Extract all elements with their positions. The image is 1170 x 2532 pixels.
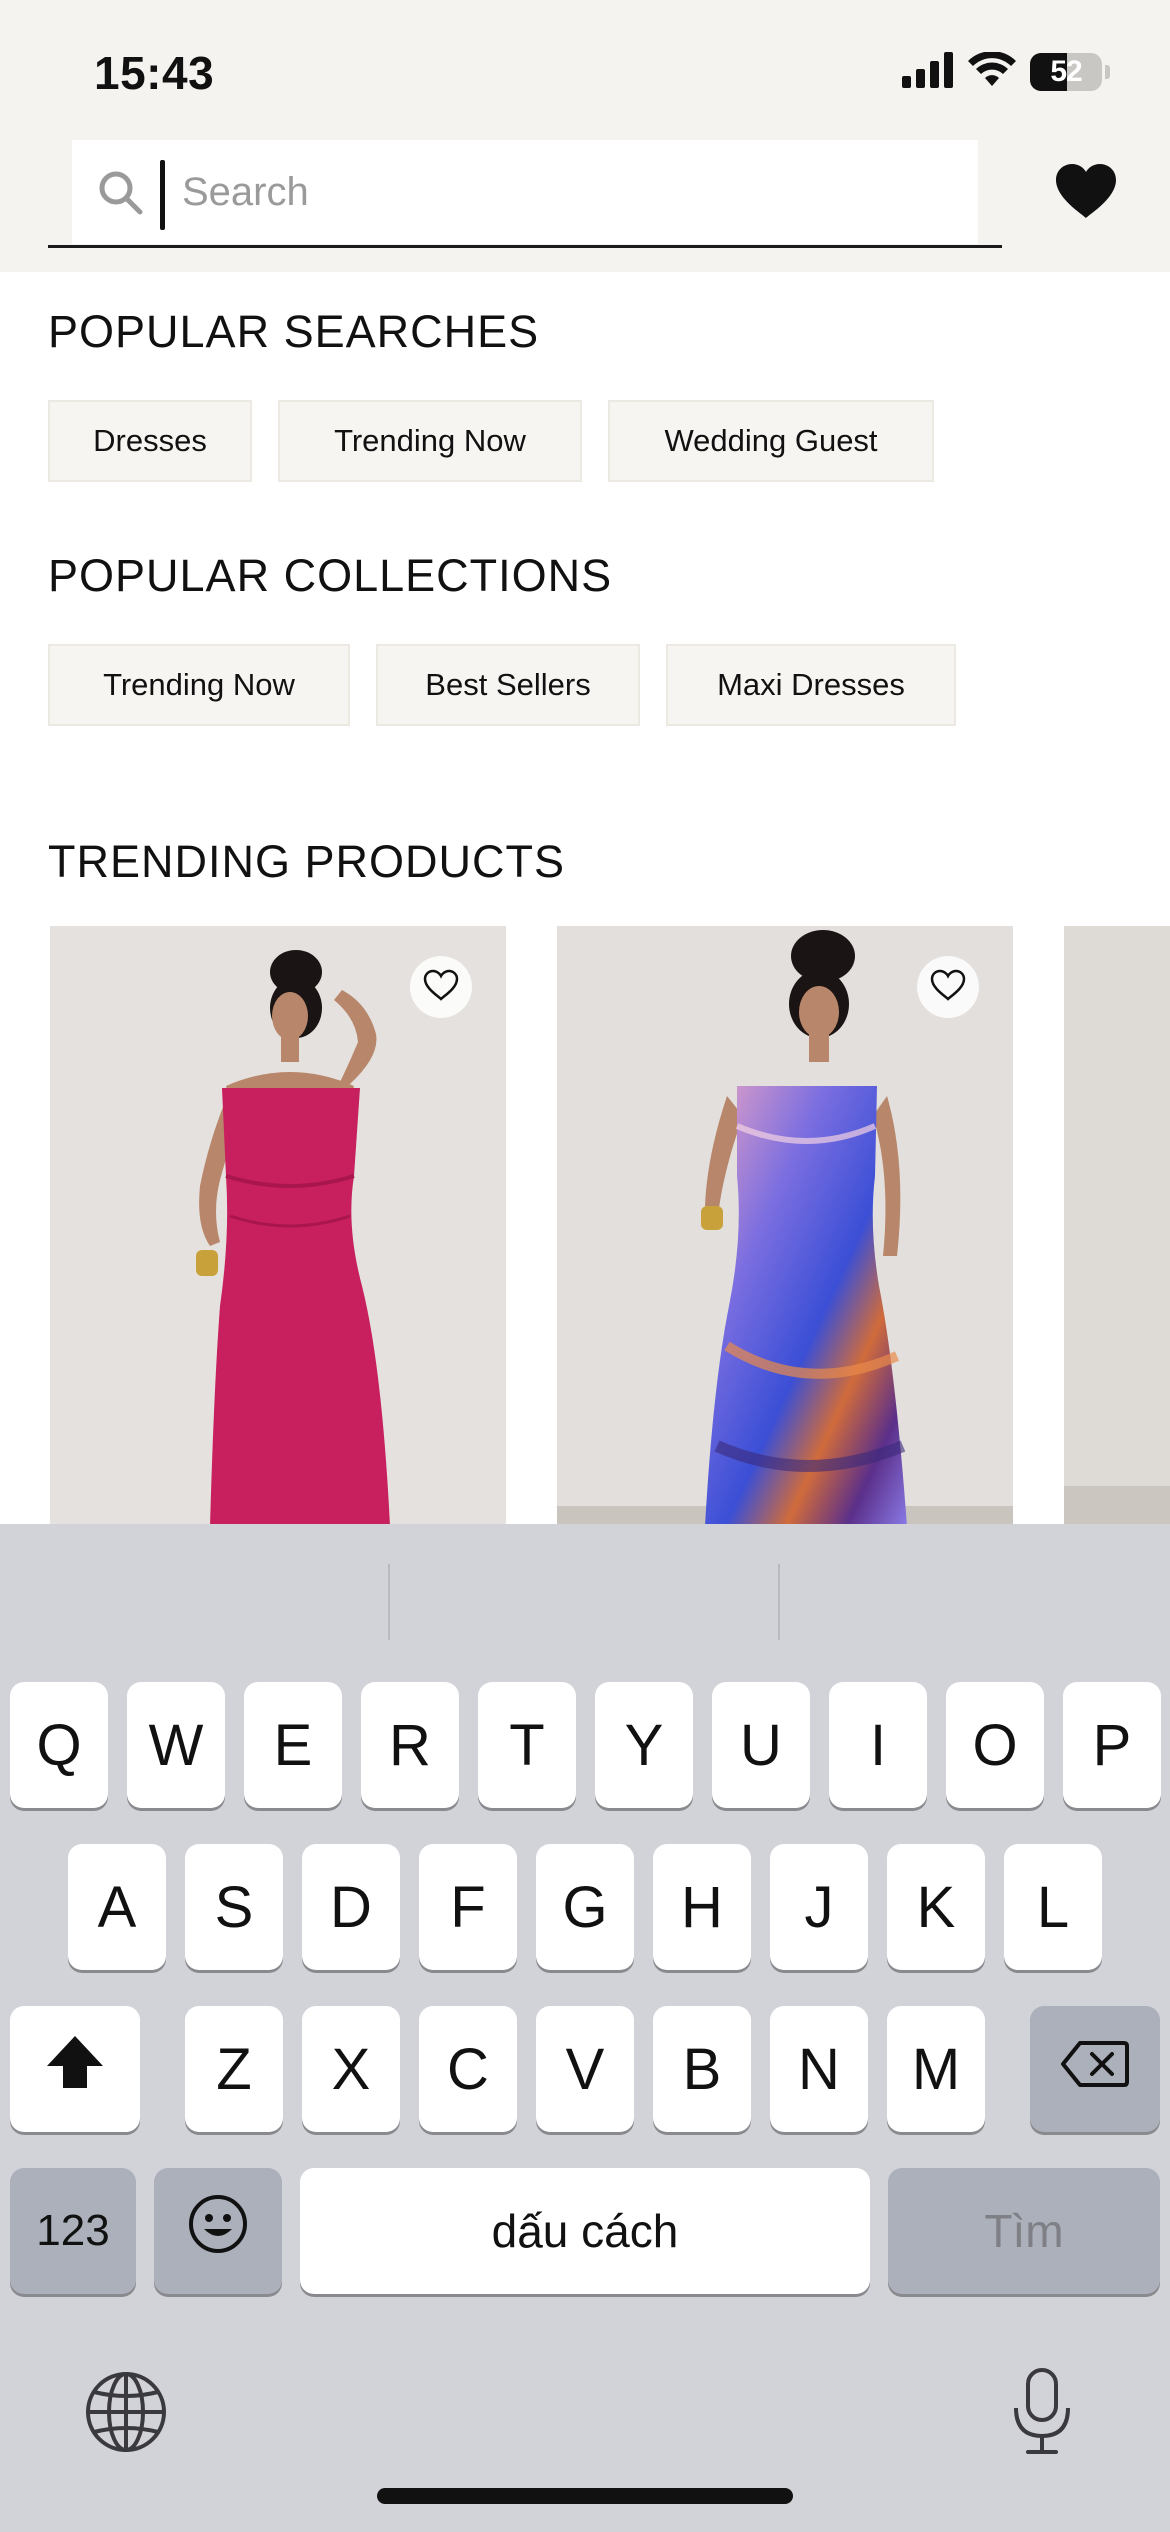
heart-outline-icon [930, 969, 966, 1006]
backspace-key[interactable] [1030, 2006, 1160, 2132]
keyboard: Q W E R T Y U I O P A S D F G H J K L Z … [0, 1524, 1170, 2532]
key-w[interactable]: W [127, 1682, 225, 1808]
key-b[interactable]: B [653, 2006, 751, 2132]
shift-icon [43, 2032, 107, 2106]
search-icon [96, 168, 144, 221]
key-l[interactable]: L [1004, 1844, 1102, 1970]
key-i[interactable]: I [829, 1682, 927, 1808]
favorite-button[interactable] [410, 956, 472, 1018]
battery-icon: 52 [1030, 53, 1102, 91]
return-key[interactable]: Tìm [888, 2168, 1160, 2294]
key-a[interactable]: A [68, 1844, 166, 1970]
home-indicator[interactable] [377, 2488, 793, 2504]
chip-trending-now[interactable]: Trending Now [278, 400, 582, 482]
header: 15:43 52 [0, 0, 1170, 272]
key-e[interactable]: E [244, 1682, 342, 1808]
key-c[interactable]: C [419, 2006, 517, 2132]
shift-key[interactable] [10, 2006, 140, 2132]
search-input[interactable] [182, 158, 942, 226]
suggestion-divider [778, 1564, 780, 1640]
numbers-key[interactable]: 123 [10, 2168, 136, 2294]
product-card-partial[interactable] [1064, 926, 1170, 1526]
favorite-button[interactable] [917, 956, 979, 1018]
chip-wedding-guest[interactable]: Wedding Guest [608, 400, 934, 482]
wishlist-button[interactable] [1054, 162, 1118, 225]
battery-cap [1105, 65, 1110, 79]
microphone-icon [1010, 2368, 1074, 2462]
return-key-label: Tìm [984, 2205, 1064, 2257]
key-x[interactable]: X [302, 2006, 400, 2132]
key-n[interactable]: N [770, 2006, 868, 2132]
product-card[interactable] [50, 926, 506, 1526]
collection-best-sellers[interactable]: Best Sellers [376, 644, 640, 726]
wifi-icon [968, 50, 1016, 93]
signal-icon [902, 51, 954, 93]
text-cursor [160, 160, 165, 230]
key-p[interactable]: P [1063, 1682, 1161, 1808]
key-v[interactable]: V [536, 2006, 634, 2132]
numbers-key-label: 123 [36, 2206, 110, 2255]
heart-outline-icon [423, 969, 459, 1006]
key-t[interactable]: T [478, 1682, 576, 1808]
product-card[interactable] [557, 926, 1013, 1526]
key-h[interactable]: H [653, 1844, 751, 1970]
status-time: 15:43 [94, 47, 215, 99]
key-u[interactable]: U [712, 1682, 810, 1808]
key-r[interactable]: R [361, 1682, 459, 1808]
key-m[interactable]: M [887, 2006, 985, 2132]
search-field[interactable] [72, 140, 978, 244]
battery-level: 52 [1050, 55, 1082, 88]
space-key-label: dấu cách [491, 2205, 679, 2257]
key-f[interactable]: F [419, 1844, 517, 1970]
key-d[interactable]: D [302, 1844, 400, 1970]
dictation-button[interactable] [1010, 2366, 1074, 2463]
emoji-icon [187, 2193, 249, 2269]
suggestion-divider [388, 1564, 390, 1640]
popular-searches-title: POPULAR SEARCHES [48, 306, 540, 357]
key-k[interactable]: K [887, 1844, 985, 1970]
trending-products-title: TRENDING PRODUCTS [48, 836, 566, 887]
space-key[interactable]: dấu cách [300, 2168, 870, 2294]
backspace-icon [1060, 2036, 1130, 2103]
key-j[interactable]: J [770, 1844, 868, 1970]
key-g[interactable]: G [536, 1844, 634, 1970]
globe-button[interactable] [84, 2370, 168, 2459]
popular-collections-title: POPULAR COLLECTIONS [48, 550, 613, 601]
key-y[interactable]: Y [595, 1682, 693, 1808]
key-s[interactable]: S [185, 1844, 283, 1970]
emoji-key[interactable] [154, 2168, 282, 2294]
collection-trending-now[interactable]: Trending Now [48, 644, 350, 726]
key-o[interactable]: O [946, 1682, 1044, 1808]
key-z[interactable]: Z [185, 2006, 283, 2132]
collection-maxi-dresses[interactable]: Maxi Dresses [666, 644, 956, 726]
heart-icon [1054, 164, 1118, 224]
search-bar [48, 140, 1002, 248]
popular-collections-chips: Trending Now Best Sellers Maxi Dresses [48, 644, 956, 726]
product-image [1064, 926, 1170, 1526]
status-icons: 52 [902, 50, 1110, 94]
globe-icon [84, 2372, 168, 2458]
popular-searches-chips: Dresses Trending Now Wedding Guest [48, 400, 934, 482]
chip-dresses[interactable]: Dresses [48, 400, 252, 482]
key-q[interactable]: Q [10, 1682, 108, 1808]
